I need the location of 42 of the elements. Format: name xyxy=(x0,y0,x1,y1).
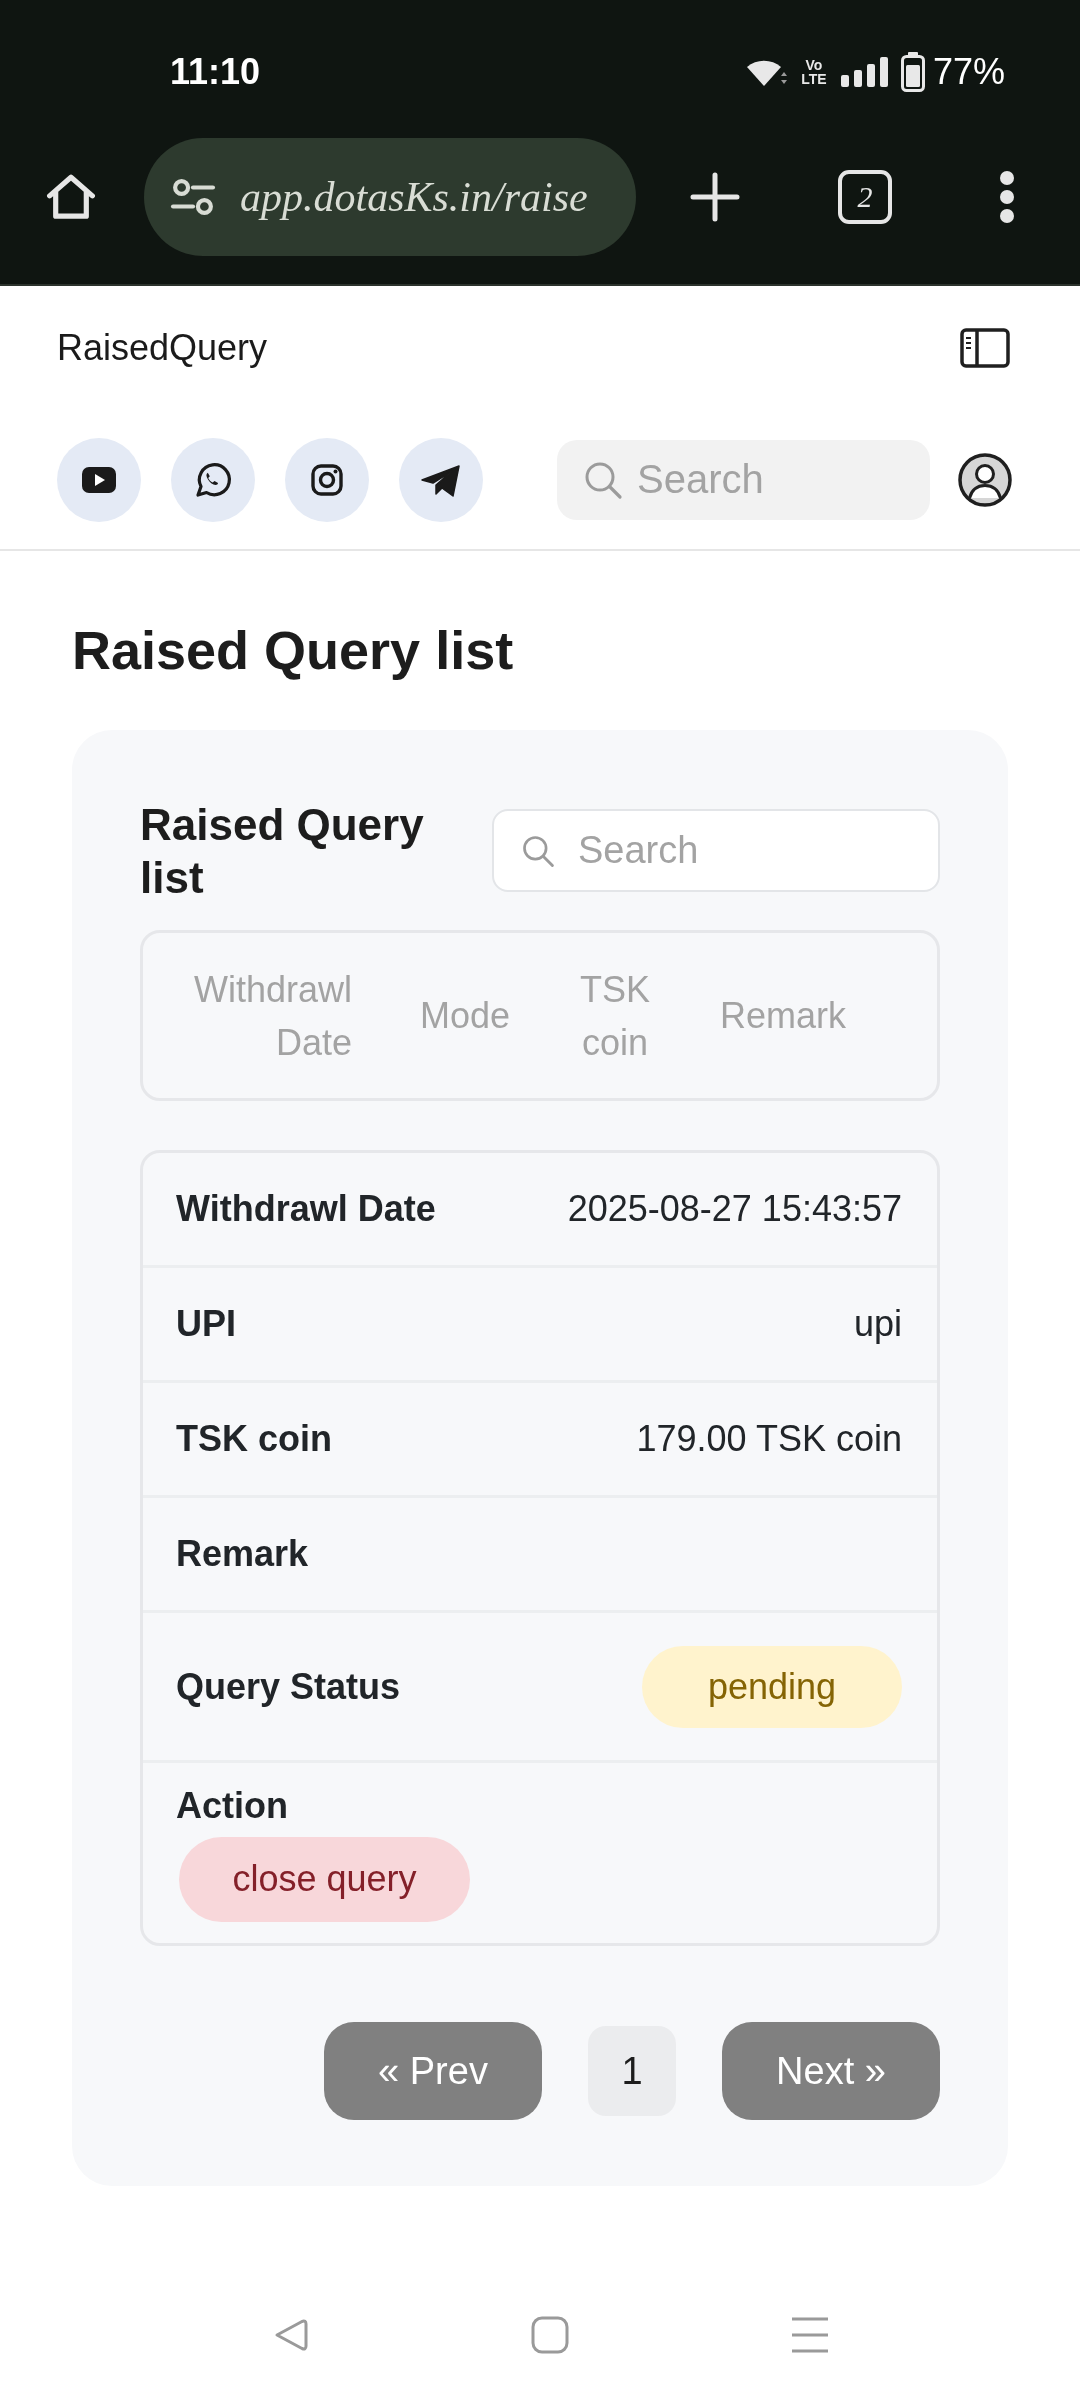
action-button[interactable]: close query xyxy=(179,1836,470,1922)
nav-home-icon[interactable] xyxy=(531,2316,569,2354)
user-icon[interactable] xyxy=(958,452,1012,507)
detail-label: Action xyxy=(176,1784,288,1827)
detail-label: TSK coin xyxy=(176,1418,332,1460)
plus-icon[interactable] xyxy=(690,172,740,222)
network-type-label: Vo LTE xyxy=(800,58,828,86)
column-header: TSK coin xyxy=(579,967,652,1065)
column-header: Withdrawl Date xyxy=(192,967,353,1065)
status-badge: pending xyxy=(642,1645,902,1728)
search-field[interactable]: Search xyxy=(492,809,940,892)
status-time: 11:10 xyxy=(170,51,261,93)
sidebar-icon[interactable] xyxy=(960,328,1010,368)
battery-icon xyxy=(900,52,925,92)
detail-label: UPI xyxy=(176,1303,236,1345)
tab-count-button[interactable]: 2 xyxy=(838,170,892,224)
signal-icon xyxy=(840,57,889,87)
detail-label: Remark xyxy=(176,1533,309,1575)
url-text: app.dotasKs.in/raise xyxy=(240,173,588,221)
column-header: Mode xyxy=(419,994,512,1038)
phone-chat-icon[interactable] xyxy=(171,437,255,522)
more-options-icon[interactable] xyxy=(999,170,1015,224)
detail-value: 2025-08-27 15:43:57 xyxy=(567,1188,902,1230)
camera-icon[interactable] xyxy=(285,437,369,522)
address-bar[interactable]: app.dotasKs.in/raise xyxy=(144,138,636,256)
detail-label: Query Status xyxy=(176,1665,401,1708)
sliders-icon[interactable] xyxy=(170,178,216,216)
detail-value: 179.00 TSK coin xyxy=(636,1418,902,1460)
detail-label: Withdrawl Date xyxy=(176,1188,436,1230)
video-play-icon[interactable] xyxy=(57,437,141,522)
page-button[interactable]: 1 xyxy=(588,2026,676,2116)
page-title: Raised Query list xyxy=(72,619,515,682)
battery-percent: 77% xyxy=(932,51,1005,93)
paper-plane-icon[interactable] xyxy=(399,437,483,522)
prev-button[interactable]: « Prev xyxy=(324,2022,542,2120)
column-header: Remark xyxy=(719,994,848,1038)
search-field[interactable]: Search xyxy=(557,439,930,520)
next-button[interactable]: Next » xyxy=(722,2022,940,2120)
card-title: Raised Query list xyxy=(140,799,425,904)
app-title: RaisedQuery xyxy=(57,327,268,369)
detail-value: upi xyxy=(853,1303,902,1345)
menu-icon[interactable] xyxy=(791,2316,829,2354)
